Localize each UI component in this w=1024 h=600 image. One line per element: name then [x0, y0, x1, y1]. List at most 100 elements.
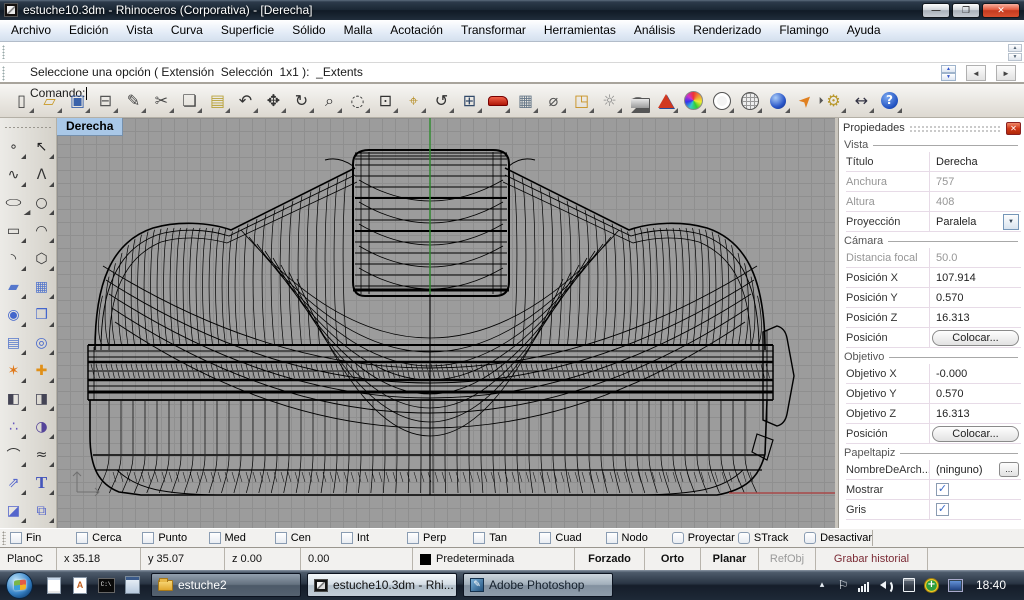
- panel-close-icon[interactable]: ✕: [1006, 122, 1021, 135]
- move-icon[interactable]: ⇗: [1, 470, 26, 495]
- calculator-icon[interactable]: [122, 574, 142, 596]
- color-mix-icon[interactable]: ◑: [29, 414, 54, 439]
- tray-update-icon[interactable]: [924, 578, 939, 592]
- osnap-checkbox[interactable]: [407, 532, 419, 544]
- paste-icon[interactable]: ▤: [204, 87, 231, 114]
- osnap-checkbox[interactable]: [606, 532, 618, 544]
- grid-sphere-icon[interactable]: [736, 87, 763, 114]
- minimize-button[interactable]: —: [922, 3, 950, 18]
- text-icon[interactable]: T: [29, 470, 54, 495]
- new-file-icon[interactable]: ▯: [8, 87, 35, 114]
- wireframe-sphere-icon[interactable]: [708, 87, 735, 114]
- menu-edicion[interactable]: Edición: [60, 20, 117, 41]
- close-button[interactable]: ✕: [982, 3, 1020, 18]
- zoom-extents-icon[interactable]: ⊡: [372, 87, 399, 114]
- osnap-cuad[interactable]: Cuad: [539, 532, 605, 544]
- prop-value[interactable]: (ninguno): [930, 464, 999, 476]
- viewport-title[interactable]: Derecha: [57, 118, 123, 136]
- osnap-cerca[interactable]: Cerca: [76, 532, 142, 544]
- panel-drag-dots[interactable]: [909, 125, 1002, 133]
- open-folder-icon[interactable]: ▱: [36, 87, 63, 114]
- osnap-checkbox[interactable]: [275, 532, 287, 544]
- spinner-up-button[interactable]: ▲: [941, 65, 956, 73]
- tray-display-icon[interactable]: [948, 578, 963, 592]
- status-refobj[interactable]: RefObj: [759, 548, 816, 570]
- colocar-button[interactable]: Colocar...: [932, 426, 1019, 442]
- cut-icon[interactable]: ✂: [148, 87, 175, 114]
- menu-renderizado[interactable]: Renderizado: [684, 20, 770, 41]
- menu-curva[interactable]: Curva: [162, 20, 212, 41]
- zoom-in-icon[interactable]: ⌕: [316, 87, 343, 114]
- toolbar-grip[interactable]: [4, 126, 52, 130]
- arc-icon[interactable]: ◠: [29, 218, 54, 243]
- surface-grid-icon[interactable]: ▦: [29, 274, 54, 299]
- cplane-grid-icon[interactable]: ▦: [512, 87, 539, 114]
- tray-clipboard-icon[interactable]: [903, 578, 915, 592]
- menu-ayuda[interactable]: Ayuda: [838, 20, 890, 41]
- options-gear-icon[interactable]: ⚙: [820, 87, 847, 114]
- split-icon[interactable]: ◨: [29, 386, 54, 411]
- menu-transformar[interactable]: Transformar: [452, 20, 535, 41]
- status-forzado[interactable]: Forzado: [575, 548, 645, 570]
- menu-vista[interactable]: Vista: [117, 20, 161, 41]
- scroll-up-button[interactable]: ▲: [1008, 44, 1022, 52]
- viewport-derecha[interactable]: Derecha: [57, 118, 835, 528]
- prop-value[interactable]: 16.313: [930, 312, 1021, 324]
- spinner-down-button[interactable]: ▼: [941, 73, 956, 81]
- prop-value[interactable]: Derecha: [930, 156, 1021, 168]
- blend-curve-icon[interactable]: ≈: [29, 442, 54, 467]
- menu-malla[interactable]: Malla: [335, 20, 382, 41]
- undo-view-icon[interactable]: ↺: [428, 87, 455, 114]
- checkbox-checked[interactable]: ✓: [936, 483, 949, 496]
- menu-solido[interactable]: Sólido: [283, 20, 334, 41]
- menu-analisis[interactable]: Análisis: [625, 20, 684, 41]
- ellipse-icon[interactable]: ⬭: [0, 190, 30, 215]
- rectangle-icon[interactable]: ▭: [1, 218, 26, 243]
- polyline-icon[interactable]: Λ: [29, 162, 54, 187]
- osnap-tan[interactable]: Tan: [473, 532, 539, 544]
- zoom-window-icon[interactable]: ◌: [344, 87, 371, 114]
- taskbar-clock[interactable]: 18:40: [976, 578, 1006, 592]
- menu-archivo[interactable]: Archivo: [2, 20, 60, 41]
- restore-button[interactable]: ❐: [952, 3, 980, 18]
- osnap-med[interactable]: Med: [209, 532, 275, 544]
- tray-flag-icon[interactable]: [837, 578, 849, 592]
- prop-value[interactable]: 107.914: [930, 272, 1021, 284]
- osnap-desactivar[interactable]: Desactivar: [804, 532, 872, 544]
- color-wheel-icon[interactable]: [680, 87, 707, 114]
- measure-radius-icon[interactable]: ⌀: [540, 87, 567, 114]
- osnap-nodo[interactable]: Nodo: [606, 532, 672, 544]
- tray-expand-icon[interactable]: [816, 578, 828, 592]
- select-arrow-icon[interactable]: ↖: [29, 134, 54, 159]
- osnap-punto[interactable]: Punto: [142, 532, 208, 544]
- circle-icon[interactable]: ○: [29, 190, 54, 215]
- menu-superficie[interactable]: Superficie: [212, 20, 283, 41]
- selection-filter-icon[interactable]: ◳: [568, 87, 595, 114]
- prop-value[interactable]: Paralela: [930, 216, 1003, 228]
- layer-colors-icon[interactable]: ∴: [1, 414, 26, 439]
- mesh-icon[interactable]: ▤: [1, 330, 26, 355]
- osnap-checkbox[interactable]: [209, 532, 221, 544]
- point-icon[interactable]: ∘: [1, 134, 26, 159]
- dropdown-arrow-icon[interactable]: ▼: [1003, 214, 1019, 230]
- start-button[interactable]: [6, 572, 33, 599]
- lock-icon[interactable]: [624, 87, 651, 114]
- sphere-icon[interactable]: ◉: [1, 302, 26, 327]
- polygon-icon[interactable]: ⬡: [29, 246, 54, 271]
- menu-flamingo[interactable]: Flamingo: [770, 20, 837, 41]
- control-curve-icon[interactable]: ∿: [1, 162, 26, 187]
- command-grip2[interactable]: [2, 66, 5, 81]
- colocar-button[interactable]: Colocar...: [932, 330, 1019, 346]
- osnap-cen[interactable]: Cen: [275, 532, 341, 544]
- pan-icon[interactable]: ✥: [260, 87, 287, 114]
- osnap-checkbox[interactable]: [10, 532, 22, 544]
- revolve-icon[interactable]: ◎: [29, 330, 54, 355]
- copy-icon[interactable]: ❏: [176, 87, 203, 114]
- tray-network-icon[interactable]: [858, 578, 870, 592]
- prop-value[interactable]: -0.000: [930, 368, 1021, 380]
- status-planar[interactable]: Planar: [701, 548, 759, 570]
- prop-value[interactable]: 0.570: [930, 292, 1021, 304]
- print-icon[interactable]: ⊟: [92, 87, 119, 114]
- curve-fillet-icon[interactable]: ◝: [1, 246, 26, 271]
- notepad-icon[interactable]: [44, 574, 64, 596]
